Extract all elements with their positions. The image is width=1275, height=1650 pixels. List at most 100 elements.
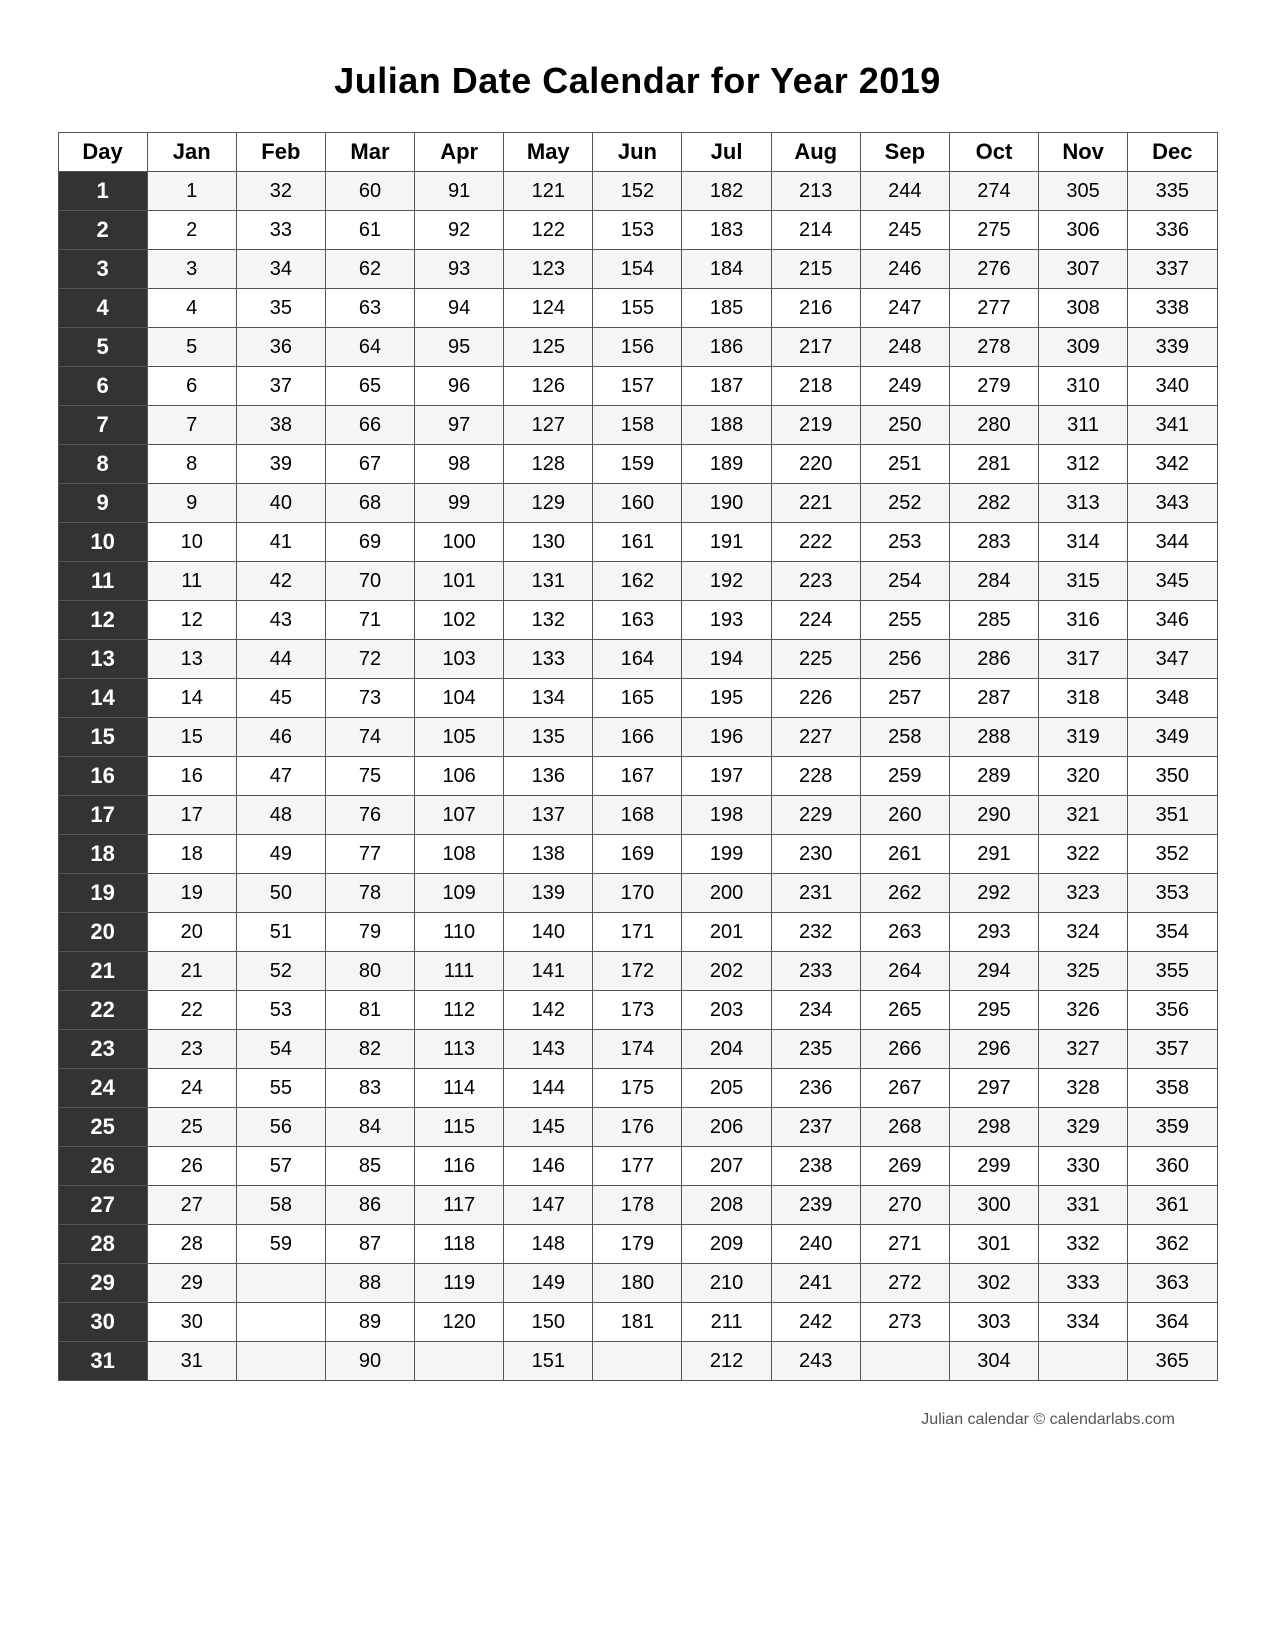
value-cell: 195 (682, 679, 771, 718)
value-cell: 329 (1039, 1108, 1128, 1147)
value-cell: 225 (771, 640, 860, 679)
value-cell: 92 (415, 211, 504, 250)
value-cell: 217 (771, 328, 860, 367)
value-cell (236, 1264, 325, 1303)
value-cell: 112 (415, 991, 504, 1030)
value-cell: 115 (415, 1108, 504, 1147)
table-row: 25255684115145176206237268298329359 (58, 1108, 1217, 1147)
value-cell: 96 (415, 367, 504, 406)
value-cell: 32 (236, 172, 325, 211)
value-cell: 177 (593, 1147, 682, 1186)
table-row: 24245583114144175205236267297328358 (58, 1069, 1217, 1108)
value-cell: 358 (1128, 1069, 1217, 1108)
column-header-jul: Jul (682, 133, 771, 172)
value-cell: 89 (325, 1303, 414, 1342)
table-row: 23235482113143174204235266296327357 (58, 1030, 1217, 1069)
value-cell: 19 (147, 874, 236, 913)
value-cell: 124 (504, 289, 593, 328)
table-row: 11114270101131162192223254284315345 (58, 562, 1217, 601)
value-cell: 51 (236, 913, 325, 952)
value-cell: 362 (1128, 1225, 1217, 1264)
value-cell: 280 (949, 406, 1038, 445)
value-cell: 85 (325, 1147, 414, 1186)
value-cell: 118 (415, 1225, 504, 1264)
value-cell: 100 (415, 523, 504, 562)
day-cell: 3 (58, 250, 147, 289)
value-cell: 151 (504, 1342, 593, 1381)
value-cell: 40 (236, 484, 325, 523)
value-cell: 47 (236, 757, 325, 796)
value-cell: 266 (860, 1030, 949, 1069)
value-cell: 202 (682, 952, 771, 991)
value-cell: 4 (147, 289, 236, 328)
value-cell: 269 (860, 1147, 949, 1186)
value-cell: 334 (1039, 1303, 1128, 1342)
day-cell: 18 (58, 835, 147, 874)
value-cell: 285 (949, 601, 1038, 640)
table-row: 12124371102132163193224255285316346 (58, 601, 1217, 640)
value-cell: 132 (504, 601, 593, 640)
value-cell: 84 (325, 1108, 414, 1147)
value-cell: 250 (860, 406, 949, 445)
value-cell: 27 (147, 1186, 236, 1225)
value-cell: 204 (682, 1030, 771, 1069)
value-cell: 192 (682, 562, 771, 601)
value-cell: 82 (325, 1030, 414, 1069)
value-cell: 345 (1128, 562, 1217, 601)
value-cell: 234 (771, 991, 860, 1030)
day-cell: 7 (58, 406, 147, 445)
value-cell: 265 (860, 991, 949, 1030)
value-cell: 138 (504, 835, 593, 874)
value-cell: 56 (236, 1108, 325, 1147)
value-cell: 278 (949, 328, 1038, 367)
value-cell: 3 (147, 250, 236, 289)
value-cell: 360 (1128, 1147, 1217, 1186)
value-cell: 123 (504, 250, 593, 289)
column-header-feb: Feb (236, 133, 325, 172)
value-cell: 176 (593, 1108, 682, 1147)
value-cell: 116 (415, 1147, 504, 1186)
value-cell (860, 1342, 949, 1381)
day-cell: 2 (58, 211, 147, 250)
value-cell: 288 (949, 718, 1038, 757)
value-cell: 10 (147, 523, 236, 562)
value-cell: 187 (682, 367, 771, 406)
value-cell: 245 (860, 211, 949, 250)
value-cell: 206 (682, 1108, 771, 1147)
footer-credit: Julian calendar © calendarlabs.com (921, 1411, 1175, 1429)
value-cell: 6 (147, 367, 236, 406)
value-cell: 2 (147, 211, 236, 250)
day-cell: 6 (58, 367, 147, 406)
value-cell: 149 (504, 1264, 593, 1303)
value-cell: 359 (1128, 1108, 1217, 1147)
value-cell: 302 (949, 1264, 1038, 1303)
value-cell: 221 (771, 484, 860, 523)
value-cell: 174 (593, 1030, 682, 1069)
value-cell (236, 1342, 325, 1381)
value-cell: 230 (771, 835, 860, 874)
value-cell: 350 (1128, 757, 1217, 796)
day-cell: 10 (58, 523, 147, 562)
value-cell: 72 (325, 640, 414, 679)
value-cell: 77 (325, 835, 414, 874)
value-cell: 215 (771, 250, 860, 289)
value-cell: 109 (415, 874, 504, 913)
value-cell: 188 (682, 406, 771, 445)
value-cell: 339 (1128, 328, 1217, 367)
value-cell: 136 (504, 757, 593, 796)
value-cell: 97 (415, 406, 504, 445)
value-cell: 103 (415, 640, 504, 679)
value-cell: 156 (593, 328, 682, 367)
value-cell: 73 (325, 679, 414, 718)
value-cell: 229 (771, 796, 860, 835)
table-row: 22336192122153183214245275306336 (58, 211, 1217, 250)
value-cell: 326 (1039, 991, 1128, 1030)
value-cell: 22 (147, 991, 236, 1030)
value-cell: 127 (504, 406, 593, 445)
value-cell: 313 (1039, 484, 1128, 523)
value-cell: 216 (771, 289, 860, 328)
value-cell: 140 (504, 913, 593, 952)
value-cell: 160 (593, 484, 682, 523)
value-cell: 194 (682, 640, 771, 679)
value-cell: 129 (504, 484, 593, 523)
